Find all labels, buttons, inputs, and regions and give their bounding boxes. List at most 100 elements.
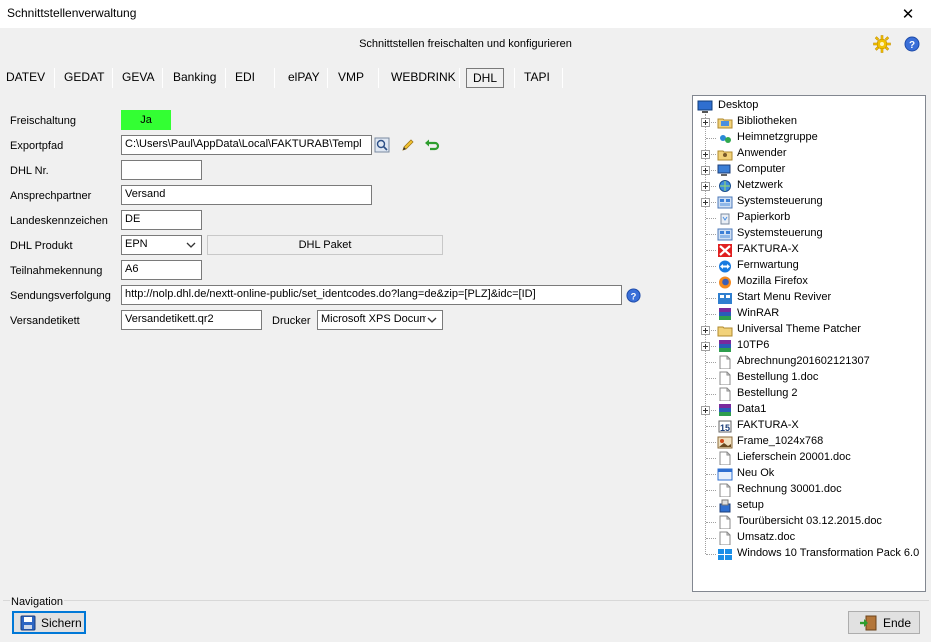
expand-icon[interactable] <box>701 406 710 415</box>
tree-item-label: Rechnung 30001.doc <box>737 483 842 495</box>
landeskennzeichen-field[interactable]: DE <box>121 210 202 230</box>
tree-item-label: Netzwerk <box>737 179 783 191</box>
expand-icon[interactable] <box>701 118 710 127</box>
tree-item-label: Bibliotheken <box>737 115 797 127</box>
computer-icon <box>717 164 731 176</box>
desktop-icon <box>697 100 713 113</box>
expand-icon[interactable] <box>701 198 710 207</box>
tree-item-label: Umsatz.doc <box>737 531 796 543</box>
tree-connector-line <box>706 298 716 299</box>
ansprechpartner-field[interactable]: Versand <box>121 185 372 205</box>
tab-dhl[interactable]: DHL <box>466 68 505 88</box>
window-icon <box>717 468 733 481</box>
exportpfad-field[interactable]: C:\Users\Paul\AppData\Local\FAKTURAB\Tem… <box>121 135 372 155</box>
tree-connector-line <box>706 314 716 315</box>
freischaltung-toggle[interactable]: Ja <box>121 110 171 130</box>
drucker-label: Drucker <box>272 315 311 327</box>
control-panel-icon <box>717 196 733 209</box>
document-icon <box>719 371 731 385</box>
save-button[interactable]: Sichern <box>12 611 86 634</box>
tree-item-label: Neu Ok <box>737 467 775 479</box>
app-icon <box>718 293 732 304</box>
recycle-bin-icon <box>720 213 730 225</box>
tree-connector-line <box>706 490 716 491</box>
teamviewer-icon <box>719 260 731 273</box>
expand-icon[interactable] <box>701 326 710 335</box>
tree-item-label: Abrechnung201602121307 <box>737 355 870 367</box>
navigation-label: Navigation <box>10 596 64 608</box>
tree-item-label: Heimnetzgruppe <box>737 131 818 143</box>
gear-icon[interactable] <box>873 35 891 53</box>
tree-connector-line <box>706 218 716 219</box>
tree-connector-line <box>706 426 716 427</box>
end-button[interactable]: Ende <box>848 611 920 634</box>
tree-connector-line <box>706 554 716 555</box>
versandetikett-field[interactable]: Versandetikett.qr2 <box>121 310 262 330</box>
tree-connector-line <box>706 138 716 139</box>
tab-webdrink[interactable]: WEBDRINK <box>389 66 458 90</box>
tab-geva[interactable]: GEVA <box>120 66 156 90</box>
tab-vmp[interactable]: VMP <box>336 66 366 90</box>
tree-item-label: setup <box>737 499 764 511</box>
dhl-produkt-value: EPN <box>125 238 148 250</box>
drucker-value: Microsoft XPS Docum <box>321 313 429 325</box>
dhl-produkt-select[interactable]: EPN <box>121 235 202 255</box>
svg-text:?: ? <box>631 291 637 301</box>
browse-folder-icon[interactable] <box>374 137 390 153</box>
winrar-icon <box>719 308 731 320</box>
help-icon[interactable]: ? <box>904 36 920 52</box>
navigation-group <box>3 600 929 638</box>
tree-connector-line <box>706 538 716 539</box>
dhl-nr-field[interactable] <box>121 160 202 180</box>
header-caption: Schnittstellen freischalten und konfigur… <box>359 38 572 50</box>
library-icon <box>717 118 733 129</box>
tree-item-label: Desktop <box>718 99 759 111</box>
end-button-label: Ende <box>883 615 912 630</box>
tree-connector-line <box>706 458 716 459</box>
tab-banking[interactable]: Banking <box>171 66 218 90</box>
tab-edi[interactable]: EDI <box>233 66 257 90</box>
tree-item-label: Data1 <box>737 403 767 415</box>
windows-icon <box>718 549 732 560</box>
tab-gedat[interactable]: GEDAT <box>62 66 106 90</box>
tree-item-label: 10TP6 <box>737 339 770 351</box>
sendungsverfolgung-field[interactable]: http://nolp.dhl.de/nextt-online-public/s… <box>121 285 622 305</box>
versandetikett-label: Versandetikett <box>10 315 80 327</box>
folder-tree[interactable]: Desktop Bibliotheken Heimnetzgruppe Anwende… <box>692 95 926 592</box>
expand-icon[interactable] <box>701 182 710 191</box>
archive-icon <box>719 404 731 416</box>
tree-item-label: Start Menu Reviver <box>737 291 832 303</box>
tab-elpay[interactable]: elPAY <box>286 66 322 90</box>
close-icon: ✕ <box>901 6 915 23</box>
archive-icon <box>719 340 731 352</box>
tree-item-label: Computer <box>737 163 786 175</box>
drucker-select[interactable]: Microsoft XPS Docum <box>317 310 443 330</box>
tab-datev[interactable]: DATEV <box>4 66 47 90</box>
tree-connector-line <box>706 394 716 395</box>
tab-tapi[interactable]: TAPI <box>522 66 552 90</box>
close-button[interactable]: ✕ <box>885 0 931 28</box>
freischaltung-label: Freischaltung <box>10 115 77 127</box>
tree-item-label: Windows 10 Transformation Pack 6.0 <box>737 547 920 559</box>
title-bar <box>0 0 931 28</box>
tree-connector-line <box>706 266 716 267</box>
tree-connector-line <box>706 378 716 379</box>
teilnahmekennung-field[interactable]: A6 <box>121 260 202 280</box>
save-disk-icon <box>20 615 36 630</box>
document-icon <box>719 387 731 401</box>
homegroup-icon <box>720 135 731 143</box>
tree-item-label: WinRAR <box>737 307 780 319</box>
help-icon[interactable]: ? <box>626 288 641 303</box>
tree-connector-line <box>706 522 716 523</box>
undo-arrow-icon[interactable] <box>424 137 440 153</box>
expand-icon[interactable] <box>701 342 710 351</box>
document-icon <box>719 531 731 545</box>
faktura-icon <box>718 244 732 257</box>
edit-pencil-icon[interactable] <box>400 137 416 153</box>
exit-door-icon <box>860 615 877 630</box>
tree-item-label: Anwender <box>737 147 787 159</box>
tree-item-label: Tourübersicht 03.12.2015.doc <box>737 515 882 527</box>
expand-icon[interactable] <box>701 150 710 159</box>
expand-icon[interactable] <box>701 166 710 175</box>
tree-connector-line <box>706 506 716 507</box>
